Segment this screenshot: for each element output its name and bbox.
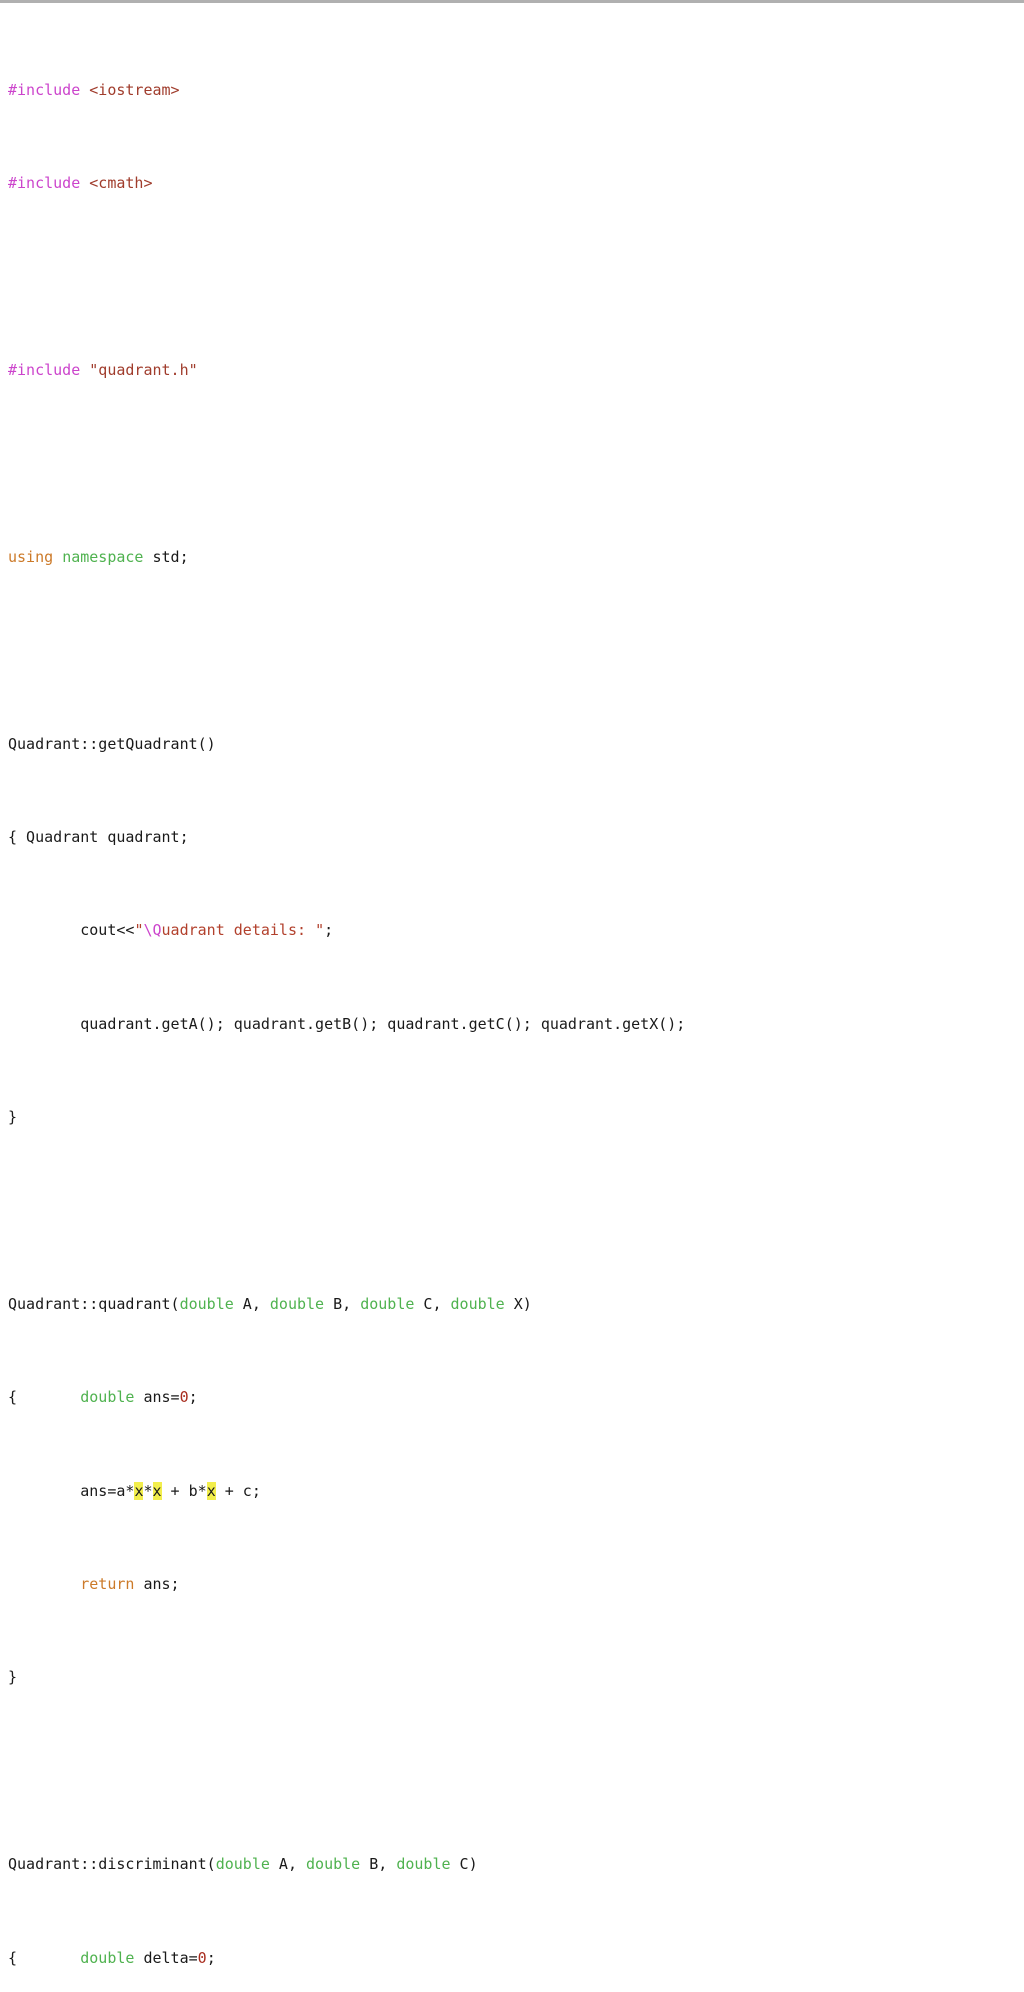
code-line[interactable]: quadrant.getA(); quadrant.getB(); quadra…: [8, 1013, 1024, 1036]
match-highlight: x: [134, 1481, 144, 1500]
parameter: B,: [360, 1855, 397, 1874]
escape-sequence: \Q: [143, 921, 162, 940]
cout-stream: cout<<: [80, 921, 135, 940]
type-keyword: double: [80, 1948, 135, 1967]
preprocessor-directive: #include: [8, 361, 81, 380]
semicolon: ;: [188, 1388, 198, 1407]
header-literal: "quadrant.h": [89, 361, 198, 380]
code-line[interactable]: }: [8, 1106, 1024, 1129]
keyword-return: return: [80, 1575, 135, 1594]
variable-decl: delta=: [134, 1948, 198, 1967]
code-line[interactable]: using namespace std;: [8, 546, 1024, 569]
type-keyword: double: [306, 1855, 361, 1874]
parameter: X): [504, 1294, 532, 1313]
code-line[interactable]: Quadrant::quadrant(double A, double B, d…: [8, 1293, 1024, 1316]
code-line[interactable]: Quadrant::discriminant(double A, double …: [8, 1853, 1024, 1876]
expression: ans=a*: [80, 1481, 135, 1500]
type-keyword: double: [215, 1855, 270, 1874]
code-line[interactable]: return ans;: [8, 1573, 1024, 1596]
code-line[interactable]: #include <iostream>: [8, 79, 1024, 102]
code-line[interactable]: Quadrant::getQuadrant(): [8, 733, 1024, 756]
type-keyword: double: [396, 1855, 451, 1874]
parameter: A,: [233, 1294, 270, 1313]
code-line[interactable]: { double ans=0;: [8, 1386, 1024, 1409]
match-highlight: x: [152, 1481, 162, 1500]
code-line-blank[interactable]: [8, 1200, 1024, 1223]
opening-brace: {: [8, 1388, 18, 1407]
return-value: ans;: [134, 1575, 180, 1594]
semicolon: ;: [206, 1948, 216, 1967]
type-keyword: double: [269, 1294, 325, 1313]
type-keyword: double: [450, 1294, 505, 1313]
code-editor[interactable]: #include <iostream> #include <cmath> #in…: [0, 0, 1024, 1967]
code-line[interactable]: cout<<"\Quadrant details: ";: [8, 919, 1024, 942]
match-highlight: x: [206, 1481, 216, 1500]
header-literal: <iostream>: [89, 81, 180, 100]
code-line-blank[interactable]: [8, 1760, 1024, 1783]
keyword-namespace: namespace: [62, 547, 144, 566]
method-calls: quadrant.getA(); quadrant.getB(); quadra…: [80, 1014, 686, 1033]
closing-brace: }: [8, 1108, 18, 1127]
parameter: B,: [324, 1294, 361, 1313]
keyword-using: using: [8, 547, 54, 566]
preprocessor-directive: #include: [8, 81, 81, 100]
code-line-blank[interactable]: [8, 266, 1024, 289]
operator: *: [143, 1481, 153, 1500]
function-signature: Quadrant::quadrant(: [8, 1294, 180, 1313]
parameter: C,: [414, 1294, 451, 1313]
number-literal: 0: [197, 1948, 207, 1967]
code-content[interactable]: #include <iostream> #include <cmath> #in…: [8, 9, 1024, 1992]
code-line[interactable]: }: [8, 1666, 1024, 1689]
type-keyword: double: [179, 1294, 234, 1313]
variable-decl: ans=: [134, 1388, 180, 1407]
code-line[interactable]: #include "quadrant.h": [8, 359, 1024, 382]
expression: + b*: [161, 1481, 207, 1500]
type-keyword: double: [80, 1388, 135, 1407]
type-keyword: double: [360, 1294, 415, 1313]
closing-brace: }: [8, 1668, 18, 1687]
preprocessor-directive: #include: [8, 174, 81, 193]
number-literal: 0: [179, 1388, 189, 1407]
quote-close: ": [315, 921, 325, 940]
code-line-blank[interactable]: [8, 639, 1024, 662]
code-line[interactable]: { Quadrant quadrant;: [8, 826, 1024, 849]
parameter: A,: [269, 1855, 307, 1874]
code-line-blank[interactable]: [8, 453, 1024, 476]
opening-brace: {: [8, 1948, 18, 1967]
code-line[interactable]: { double delta=0;: [8, 1947, 1024, 1970]
semicolon: ;: [324, 921, 334, 940]
parameter: C): [450, 1855, 478, 1874]
declaration: { Quadrant quadrant;: [8, 828, 189, 847]
function-signature: Quadrant::discriminant(: [8, 1855, 216, 1874]
header-literal: <cmath>: [89, 174, 153, 193]
function-signature: Quadrant::getQuadrant(): [8, 734, 216, 753]
expression: + c;: [215, 1481, 261, 1500]
code-line[interactable]: ans=a*x*x + b*x + c;: [8, 1480, 1024, 1503]
identifier-std: std;: [152, 547, 189, 566]
string-body: uadrant details:: [161, 921, 316, 940]
code-line[interactable]: #include <cmath>: [8, 172, 1024, 195]
